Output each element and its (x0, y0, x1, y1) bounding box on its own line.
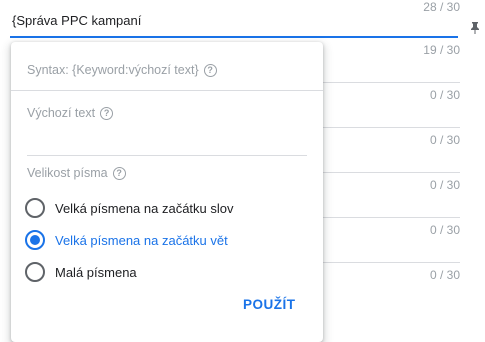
radio-button-selected[interactable] (25, 230, 45, 250)
row-char-counter: 0 / 30 (429, 178, 460, 192)
row-divider (323, 217, 460, 218)
syntax-hint-text: Syntax: {Keyword:výchozí text} (27, 63, 199, 77)
row-divider (323, 172, 460, 173)
pin-icon[interactable] (470, 22, 480, 34)
row-divider (323, 262, 460, 263)
row-divider (323, 127, 460, 128)
row-char-counter: 19 / 30 (423, 43, 460, 57)
apply-button[interactable]: POUŽÍT (243, 297, 296, 312)
syntax-hint: Syntax: {Keyword:výchozí text} ? (27, 63, 217, 77)
help-icon[interactable]: ? (112, 166, 126, 180)
row-char-counter: 0 / 30 (429, 133, 460, 147)
row-char-counter: 0 / 30 (429, 223, 460, 237)
default-text-input[interactable] (27, 135, 307, 156)
headline-active-underline (10, 36, 458, 38)
radio-option-label[interactable]: Malá písmena (55, 265, 137, 280)
radio-button[interactable] (25, 198, 45, 218)
headline-field[interactable]: {Správa PPC kampaní (10, 0, 460, 38)
popup-divider (11, 90, 323, 91)
default-text-label: Výchozí text ? (27, 106, 114, 120)
radio-option-title-case[interactable]: Velká písmena na začátku slov (25, 198, 234, 218)
help-icon[interactable]: ? (203, 63, 217, 77)
help-icon[interactable]: ? (100, 106, 114, 120)
default-text-label-text: Výchozí text (27, 106, 96, 120)
headline-char-counter: 28 / 30 (423, 0, 460, 14)
case-label: Velikost písma ? (27, 166, 126, 180)
radio-option-sentence-case[interactable]: Velká písmena na začátku vět (25, 230, 228, 250)
radio-option-label[interactable]: Velká písmena na začátku vět (55, 233, 228, 248)
headline-input-text[interactable]: {Správa PPC kampaní (12, 13, 141, 28)
radio-option-label[interactable]: Velká písmena na začátku slov (55, 201, 234, 216)
radio-option-lowercase[interactable]: Malá písmena (25, 262, 137, 282)
row-divider (323, 82, 460, 83)
radio-button[interactable] (25, 262, 45, 282)
row-char-counter: 0 / 30 (429, 88, 460, 102)
row-char-counter: 0 / 30 (429, 268, 460, 282)
keyword-insertion-popup: Syntax: {Keyword:výchozí text} ? Výchozí… (11, 42, 323, 342)
case-label-text: Velikost písma (27, 166, 108, 180)
